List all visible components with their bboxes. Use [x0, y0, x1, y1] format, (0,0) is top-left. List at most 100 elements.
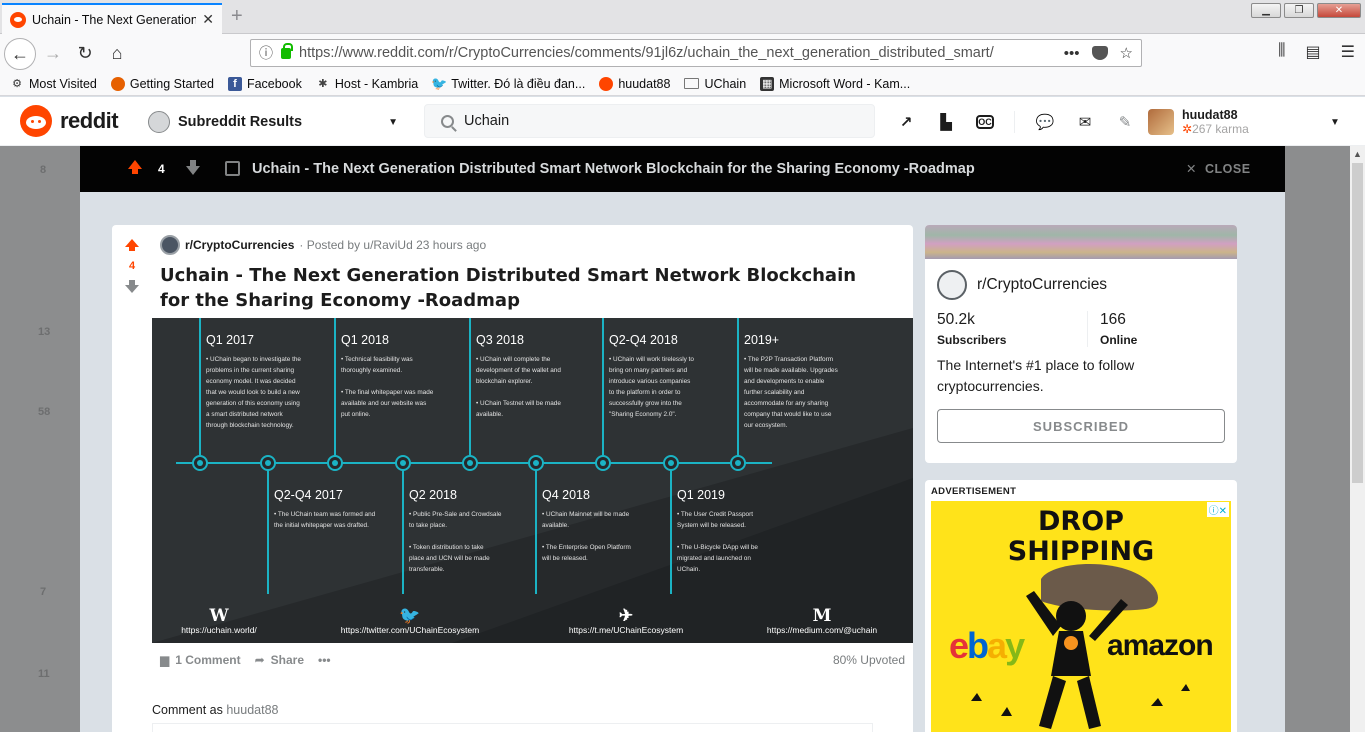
milestone-bottom-1-line: to take place.	[409, 522, 447, 529]
milestone-top-3-line: • UChain will work tirelessly to	[609, 356, 694, 363]
milestone-bottom-1-title: Q2 2018	[409, 488, 457, 502]
pocket-icon[interactable]	[1091, 46, 1108, 60]
advertisement-card: ADVERTISEMENT ⓘ✕ DROP SHIPPING ebay amaz…	[925, 480, 1237, 732]
comment-username[interactable]: huudat88	[226, 703, 278, 717]
upvote-ratio: 80% Upvoted	[832, 653, 905, 667]
bookmark-twitter[interactable]: 🐦 Twitter. Đó là điều đan...	[431, 75, 585, 91]
timeline-node-dot	[265, 460, 271, 466]
close-tab-icon[interactable]: ✕	[202, 11, 214, 28]
ebay-logo: ebay	[949, 625, 1025, 666]
upvote-arrow-icon[interactable]	[125, 239, 139, 251]
chevron-down-icon[interactable]: ▼	[1330, 117, 1340, 128]
footer-url: https://uchain.world/	[181, 625, 257, 635]
create-post-icon[interactable]: ✎	[1115, 112, 1135, 132]
info-icon[interactable]: ⓘ	[259, 43, 273, 63]
subreddit-icon[interactable]	[160, 235, 180, 255]
share-button[interactable]: ➦ Share	[255, 653, 304, 667]
bookmark-uchain[interactable]: UChain	[684, 77, 746, 91]
milestone-bottom-2-title: Q4 2018	[542, 488, 590, 502]
reddit-favicon-icon	[10, 11, 26, 28]
milestone-top-2-line: available.	[476, 411, 503, 418]
forward-button[interactable]: →	[38, 38, 68, 68]
minimize-button[interactable]: ▁	[1251, 3, 1281, 18]
milestone-top-3-line: introduce various companies	[609, 378, 690, 385]
comments-button[interactable]: ▆ 1 Comment	[160, 653, 241, 667]
community-name[interactable]: r/CryptoCurrencies	[977, 276, 1107, 294]
gear-icon: ⚙	[12, 78, 22, 90]
subscribed-button[interactable]: SUBSCRIBED	[937, 409, 1225, 443]
scroll-up-icon[interactable]: ▲	[1353, 149, 1362, 159]
milestone-top-0-line: that we would look to build a new	[206, 389, 300, 396]
bookmark-facebook[interactable]: f Facebook	[227, 76, 302, 91]
user-menu[interactable]: huudat88 ✲267 karma	[1148, 108, 1249, 136]
search-input[interactable]	[464, 113, 844, 129]
bookmark-huudat88[interactable]: huudat88	[599, 76, 670, 91]
header-icons: ↗ ▙ OC 💬 ✉ ✎	[896, 111, 1135, 133]
karma-icon: ✲	[1182, 122, 1193, 136]
roadmap-image[interactable]: Q1 2017 • UChain began to investigate the…	[152, 318, 913, 643]
browser-tab[interactable]: Uchain - The Next Generation D ✕	[2, 3, 222, 34]
milestone-bottom-0-line: the initial whitepaper was drafted.	[274, 522, 369, 529]
url-text[interactable]: https://www.reddit.com/r/CryptoCurrencie…	[299, 45, 1056, 61]
milestone-top-1-line: • Technical feasibility was	[341, 356, 413, 363]
background-feed-left: 8 13 58 7 11	[0, 146, 80, 732]
milestone-top-2-line: • UChain will complete the	[476, 356, 551, 363]
footer-icon: 🐦	[399, 606, 420, 626]
library-icon[interactable]: ⫼	[1278, 42, 1285, 62]
bookmark-most-visited[interactable]: ⚙ Most Visited	[10, 77, 97, 91]
close-window-button[interactable]: ✕	[1317, 3, 1361, 18]
reddit-header: reddit Subreddit Results ▼ ↗ ▙ OC 💬 ✉ ✎ …	[0, 97, 1365, 146]
subreddit-link[interactable]: r/CryptoCurrencies	[185, 238, 294, 252]
reddit-icon	[599, 76, 614, 91]
reload-button[interactable]: ↻	[70, 38, 100, 68]
online-stat: 166 Online	[1087, 311, 1227, 347]
milestone-top-4-line: accommodate for any sharing	[744, 400, 829, 407]
milestone-top-4-line: our ecosystem.	[744, 422, 788, 429]
back-button[interactable]: ←	[4, 38, 36, 70]
bookmark-host-kambria[interactable]: ✱ Host - Kambria	[316, 77, 418, 91]
milestone-top-0-line: through blockchain technology.	[206, 422, 294, 429]
more-options-button[interactable]: •••	[318, 653, 331, 667]
toolbar-right: ⫼ ▤ ☰	[1278, 42, 1355, 62]
username: huudat88	[1182, 108, 1238, 122]
milestone-top-2-line: • UChain Testnet will be made	[476, 400, 561, 407]
oc-icon[interactable]: OC	[976, 115, 994, 129]
comment-input[interactable]	[152, 723, 873, 732]
milestone-bottom-2-line: • UChain Mainnet will be made	[542, 511, 630, 518]
trending-icon[interactable]: ↗	[896, 112, 916, 132]
ad-image[interactable]: ⓘ✕ DROP SHIPPING ebay amazon	[931, 501, 1231, 732]
twitter-icon: 🐦	[431, 75, 448, 91]
mail-icon[interactable]: ✉	[1075, 112, 1095, 132]
url-bar[interactable]: ⓘ https://www.reddit.com/r/CryptoCurrenc…	[250, 39, 1142, 67]
milestone-bottom-1-line: • Public Pre-Sale and Crowdsale	[409, 511, 502, 518]
bookmark-microsoft-word[interactable]: ▦ Microsoft Word - Kam...	[760, 76, 910, 91]
sidebar-icon[interactable]: ▤	[1306, 42, 1321, 62]
menu-icon[interactable]: ☰	[1341, 42, 1355, 62]
new-tab-button[interactable]: +	[231, 5, 243, 28]
posted-by[interactable]: · Posted by u/RaviUd 23 hours ago	[299, 238, 486, 252]
downvote-arrow-icon[interactable]	[186, 160, 200, 175]
milestone-bottom-3-line: UChain.	[677, 566, 700, 573]
upvote-arrow-icon[interactable]	[128, 160, 142, 174]
reddit-logo[interactable]: reddit	[20, 105, 119, 137]
subreddit-dropdown[interactable]: Subreddit Results ▼	[148, 109, 398, 135]
page-actions-icon[interactable]: •••	[1064, 45, 1080, 62]
close-button[interactable]: ✕ CLOSE	[1186, 161, 1251, 177]
bookmark-getting-started[interactable]: Getting Started	[110, 76, 214, 91]
amazon-logo: amazon	[1107, 629, 1214, 662]
downvote-arrow-icon[interactable]	[125, 280, 139, 293]
chat-icon[interactable]: 💬	[1035, 112, 1055, 132]
page-scrollbar[interactable]: ▲	[1350, 146, 1365, 732]
bookmark-star-icon[interactable]: ☆	[1120, 44, 1133, 62]
url-actions: ••• ☆	[1064, 44, 1133, 63]
timeline-node-dot	[400, 460, 406, 466]
subreddit-icon[interactable]	[937, 270, 967, 300]
leaderboard-icon[interactable]: ▙	[936, 112, 956, 132]
home-button[interactable]: ⌂	[102, 38, 132, 68]
milestone-top-0-line: economy model. It was decided	[206, 378, 296, 385]
milestone-top-3-line: bring on many partners and	[609, 367, 688, 374]
scroll-thumb[interactable]	[1352, 163, 1363, 483]
search-bar[interactable]	[424, 104, 875, 138]
milestone-top-1-line: available and our website was	[341, 400, 426, 407]
restore-button[interactable]: ❐	[1284, 3, 1314, 18]
